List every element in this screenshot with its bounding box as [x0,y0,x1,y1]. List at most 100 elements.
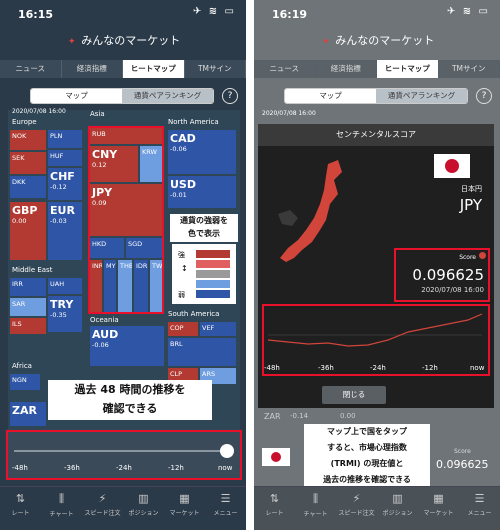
close-button[interactable]: 閉じる [322,386,386,404]
subtab-ranking[interactable]: 通貨ペアランキング [122,89,213,103]
bottom-score-value: 0.096625 [436,458,489,471]
tab-news[interactable]: ニュース [0,60,62,78]
region-africa: Africa [12,362,32,370]
top-tabs: ニュース 経済指標 ヒートマップ TMサイン [0,60,246,78]
speed-order-icon: ⚡ [98,492,107,505]
nav-market[interactable]: ▦ マーケット [164,487,205,530]
nav-speed-order-right[interactable]: ⚡ スピード注文 [336,487,377,530]
nav-rate-right[interactable]: ⇅ レート [254,487,295,530]
region-north-america: North America [168,118,219,126]
chart-tick-36h: -36h [318,364,334,372]
bottom-nav: ⇅ レート ⫼ チャート ⚡ スピード注文 ▥ ポジション ▦ マーケット ☰ メニュー [0,486,246,530]
tab-heatmap[interactable]: ヒートマップ [123,60,185,78]
position-icon: ▥ [138,492,149,505]
nav-menu[interactable]: ☰ メニュー [205,487,246,530]
cell-sek[interactable]: SEK [10,152,46,174]
position-icon-right: ▥ [392,492,403,505]
cell-brl[interactable]: BRL [168,338,236,366]
tab-indicators-right[interactable]: 経済指標 [316,60,377,78]
legend-weak: 弱 [178,291,185,299]
tab-tmsign[interactable]: TMサイン [185,60,246,78]
rate-icon: ⇅ [15,492,26,505]
menu-icon-right: ☰ [474,492,485,505]
legend-swatch-3 [196,270,230,278]
bottom-score-label: Score [454,448,471,455]
region-middle-east: Middle East [12,266,53,274]
heatmap: 2020/07/08 16:00 Europe Asia North Ameri… [8,108,240,430]
legend-swatch-1 [196,250,230,258]
status-icons: ✈ ≋ ▭ [192,6,236,17]
chart-tick-12h: -12h [422,364,438,372]
view-toggle: マップ 通貨ペアランキング [30,88,214,104]
legend-swatch-4 [196,280,230,288]
nav-position[interactable]: ▥ ポジション [123,487,164,530]
cell-gbp[interactable]: GBP 0.00 [10,202,46,260]
cell-cop[interactable]: COP [168,322,198,336]
cell-huf[interactable]: HUF [48,150,82,166]
cell-uah[interactable]: UAH [48,278,82,294]
cell-cad[interactable]: CAD -0.06 [168,130,236,174]
tab-heatmap-right[interactable]: ヒートマップ [377,60,439,78]
nav-menu-right[interactable]: ☰ メニュー [459,487,500,530]
nav-chart-right[interactable]: ⫼ チャート [295,487,336,530]
chart-tick-now: now [470,364,485,372]
modal-title: センチメンタルスコア [258,124,494,146]
region-asia: Asia [90,110,105,118]
region-oceania: Oceania [90,316,119,324]
cell-irr[interactable]: IRR [10,278,46,296]
cell-chf[interactable]: CHF -0.12 [48,168,82,200]
chart-icon: ⫼ [58,492,65,505]
nav-position-right[interactable]: ▥ ポジション [377,487,418,530]
score-date: 2020/07/08 16:00 [421,286,484,294]
tab-news-right[interactable]: ニュース [254,60,316,78]
status-time-right: 16:19 [272,8,308,21]
app-title-right: みんなのマーケット [335,34,435,47]
cell-zar[interactable]: ZAR [10,402,46,426]
view-toggle-right: マップ 通貨ペアランキング [284,88,468,104]
help-icon[interactable]: ? [222,88,238,104]
chart-icon-right: ⫼ [312,492,319,505]
help-icon-right[interactable]: ? [476,88,492,104]
nav-chart[interactable]: ⫼ チャート [41,487,82,530]
score-label: Score [459,254,476,261]
nav-rate[interactable]: ⇅ レート [0,487,41,530]
app-title-bar-right: ✦ みんなのマーケット [254,28,500,54]
japan-flag-icon [434,154,470,178]
subtab-ranking-right[interactable]: 通貨ペアランキング [376,89,467,103]
tap-callout: マップ上で国をタップ すると、市場心理指数 (TRMI) の現在値と 過去の推移を確認… [304,424,430,492]
slider-highlight-box [6,430,242,480]
cell-vef[interactable]: VEF [200,322,236,336]
map-date: 2020/07/08 16:00 [12,108,66,115]
cell-pln[interactable]: PLN [48,130,82,148]
bottom-nav-right: ⇅ レート ⫼ チャート ⚡ スピード注文 ▥ ポジション ▦ マーケット ☰ メニュー [254,486,500,530]
currency-label: 日本円 [461,185,482,193]
japan-flag-icon-bottom [262,448,290,466]
tab-indicators[interactable]: 経済指標 [62,60,123,78]
legend-arrow-icon: ↕ [181,264,188,273]
bg-zar: ZAR [264,412,281,421]
legend-box: 強 ↕ 弱 [172,244,236,304]
cell-dkk[interactable]: DKK [10,176,46,198]
tab-tmsign-right[interactable]: TMサイン [439,60,500,78]
market-icon: ▦ [179,492,190,505]
rate-icon-right: ⇅ [269,492,280,505]
chart-tick-48h: -48h [264,364,280,372]
subtab-map[interactable]: マップ [31,89,122,103]
score-value: 0.096625 [412,266,484,284]
cell-usd[interactable]: USD -0.01 [168,176,236,208]
cell-eur[interactable]: EUR -0.03 [48,202,82,260]
subtab-map-right[interactable]: マップ [285,89,376,103]
region-south-america: South America [168,310,220,318]
cell-ngn[interactable]: NGN [10,374,40,390]
cell-ils[interactable]: ILS [10,318,46,334]
nav-market-right[interactable]: ▦ マーケット [418,487,459,530]
cell-nok[interactable]: NOK [10,130,46,150]
nav-speed-order[interactable]: ⚡ スピード注文 [82,487,123,530]
japan-map [278,160,342,262]
cell-try[interactable]: TRY -0.35 [48,296,82,332]
cell-sar[interactable]: SAR [10,298,46,316]
bg-zar-value: -0.14 [290,412,309,420]
cell-aud[interactable]: AUD -0.06 [90,326,164,366]
status-time: 16:15 [18,8,54,21]
status-icons-right: ✈ ≋ ▭ [446,6,490,17]
